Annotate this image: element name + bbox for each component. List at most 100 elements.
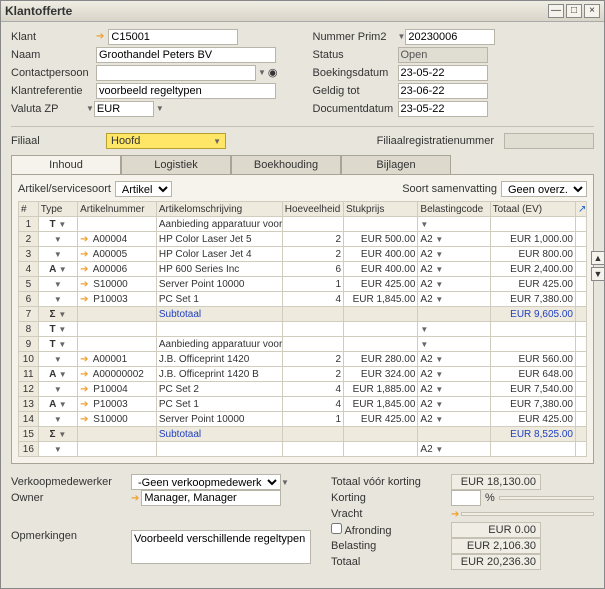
cell-bel[interactable]: A2 ▼ [418,277,490,292]
cell-stuk[interactable]: EUR 425.00 [344,277,418,292]
cell-hoev[interactable] [282,337,343,352]
cell-artoms[interactable] [156,442,282,457]
afronding-checkbox[interactable] [331,523,342,534]
link-arrow-icon[interactable]: ➔ [96,31,104,42]
cell-bel[interactable]: A2 ▼ [418,232,490,247]
cell-hoev[interactable]: 2 [282,367,343,382]
link-arrow-icon[interactable]: ➔ [80,399,88,410]
cell-type[interactable]: T ▼ [38,337,77,352]
table-row[interactable]: 10 ▼➔ A00001J.B. Officeprint 14202EUR 28… [19,352,587,367]
cell-type[interactable]: T ▼ [38,322,77,337]
minimize-button[interactable]: — [548,4,564,18]
cell-hoev[interactable] [282,217,343,232]
table-row[interactable]: 4A ▼➔ A00006HP 600 Series Inc6EUR 400.00… [19,262,587,277]
cell-stuk[interactable] [344,442,418,457]
col-bel[interactable]: Belastingcode [418,202,490,217]
link-arrow-icon[interactable]: ➔ [80,264,88,275]
cell-stuk[interactable]: EUR 500.00 [344,232,418,247]
cell-bel[interactable]: A2 ▼ [418,412,490,427]
chevron-down-icon[interactable]: ▼ [156,104,164,113]
cell-artoms[interactable]: J.B. Officeprint 1420 [156,352,282,367]
cell-hoev[interactable]: 4 [282,292,343,307]
table-row[interactable]: 5 ▼➔ S10000Server Point 100001EUR 425.00… [19,277,587,292]
table-row[interactable]: 6 ▼➔ P10003PC Set 14EUR 1,845.00A2 ▼EUR … [19,292,587,307]
table-row[interactable]: 9T ▼Aanbieding apparatuur voor locatie B… [19,337,587,352]
cell-tot[interactable]: EUR 1,000.00 [490,232,575,247]
link-arrow-icon[interactable]: ➔ [80,294,88,305]
cell-type[interactable]: ▼ [38,232,77,247]
cell-artoms[interactable]: PC Set 1 [156,292,282,307]
lines-grid[interactable]: # Type Artikelnummer Artikelomschrijving… [18,201,587,457]
cell-tot[interactable]: EUR 7,380.00 [490,397,575,412]
table-row[interactable]: 14 ▼➔ S10000Server Point 100001EUR 425.0… [19,412,587,427]
cell-hoev[interactable]: 1 [282,277,343,292]
cell-artnum[interactable] [78,442,157,457]
valuta-field[interactable] [94,101,154,117]
cell-tot[interactable]: EUR 7,380.00 [490,292,575,307]
cell-stuk[interactable] [344,337,418,352]
col-tot[interactable]: Totaal (EV) [490,202,575,217]
cell-bel[interactable]: A2 ▼ [418,442,490,457]
cell-artoms[interactable]: Server Point 10000 [156,277,282,292]
cell-bel[interactable]: A2 ▼ [418,262,490,277]
cell-type[interactable]: ▼ [38,442,77,457]
geldig-tot-field[interactable] [398,83,488,99]
naam-field[interactable] [96,47,276,63]
cell-tot[interactable]: EUR 425.00 [490,277,575,292]
col-type[interactable]: Type [38,202,77,217]
close-button[interactable]: × [584,4,600,18]
cell-bel[interactable]: A2 ▼ [418,367,490,382]
cell-type[interactable]: ▼ [38,247,77,262]
link-arrow-icon[interactable]: ➔ [80,369,88,380]
table-row[interactable]: 8T ▼ ▼ [19,322,587,337]
cell-artnum[interactable]: ➔ P10003 [78,292,157,307]
cell-bel[interactable]: A2 ▼ [418,247,490,262]
cell-hoev[interactable] [282,322,343,337]
cell-artnum[interactable]: ➔ A00004 [78,232,157,247]
cell-type[interactable]: A ▼ [38,397,77,412]
cell-tot[interactable]: EUR 425.00 [490,412,575,427]
cell-type[interactable]: ▼ [38,292,77,307]
cell-hoev[interactable]: 6 [282,262,343,277]
link-arrow-icon[interactable]: ➔ [80,249,88,260]
cell-bel[interactable]: ▼ [418,322,490,337]
table-row[interactable]: 7Σ ▼SubtotaalEUR 9,605.00 [19,307,587,322]
cell-tot[interactable]: EUR 7,540.00 [490,382,575,397]
tab-logistiek[interactable]: Logistiek [121,155,231,174]
cell-artnum[interactable]: ➔ A00006 [78,262,157,277]
cell-type[interactable]: A ▼ [38,367,77,382]
tab-boekhouding[interactable]: Boekhouding [231,155,341,174]
filiaal-select[interactable]: Hoofd▼ [106,133,226,149]
cell-artnum[interactable]: ➔ A00005 [78,247,157,262]
owner-field[interactable] [141,490,281,506]
cell-type[interactable]: ▼ [38,277,77,292]
link-arrow-icon[interactable]: ➔ [80,384,88,395]
cell-tot[interactable]: EUR 560.00 [490,352,575,367]
link-arrow-icon[interactable]: ➔ [80,279,88,290]
table-row[interactable]: 2 ▼➔ A00004HP Color Laser Jet 52EUR 500.… [19,232,587,247]
row-down-button[interactable]: ▼ [591,267,605,281]
cell-tot[interactable] [490,442,575,457]
cell-tot[interactable] [490,322,575,337]
contact-details-icon[interactable]: ◉ [268,66,278,79]
cell-type[interactable]: ▼ [38,412,77,427]
col-stuk[interactable]: Stukprijs [344,202,418,217]
chevron-down-icon[interactable]: ▼ [86,104,94,113]
link-arrow-icon[interactable]: ➔ [451,509,459,520]
cell-artoms[interactable]: Aanbieding apparatuur voor locatie A [156,217,282,232]
korting-pct-field[interactable] [451,490,481,506]
chevron-down-icon[interactable]: ▼ [281,478,289,487]
link-arrow-icon[interactable]: ➔ [80,234,88,245]
artikel-service-select[interactable]: Artikel [115,181,172,197]
cell-bel[interactable]: A2 ▼ [418,292,490,307]
cell-artoms[interactable]: Aanbieding apparatuur voor locatie B [156,337,282,352]
cell-artoms[interactable]: PC Set 1 [156,397,282,412]
chevron-down-icon[interactable]: ▼ [258,68,266,77]
cell-hoev[interactable]: 2 [282,232,343,247]
cell-bel[interactable]: A2 ▼ [418,382,490,397]
cell-type[interactable]: A ▼ [38,262,77,277]
cell-artnum[interactable]: ➔ S10000 [78,277,157,292]
cell-artoms[interactable]: J.B. Officeprint 1420 B [156,367,282,382]
cell-bel[interactable]: ▼ [418,337,490,352]
col-hoev[interactable]: Hoeveelheid [282,202,343,217]
